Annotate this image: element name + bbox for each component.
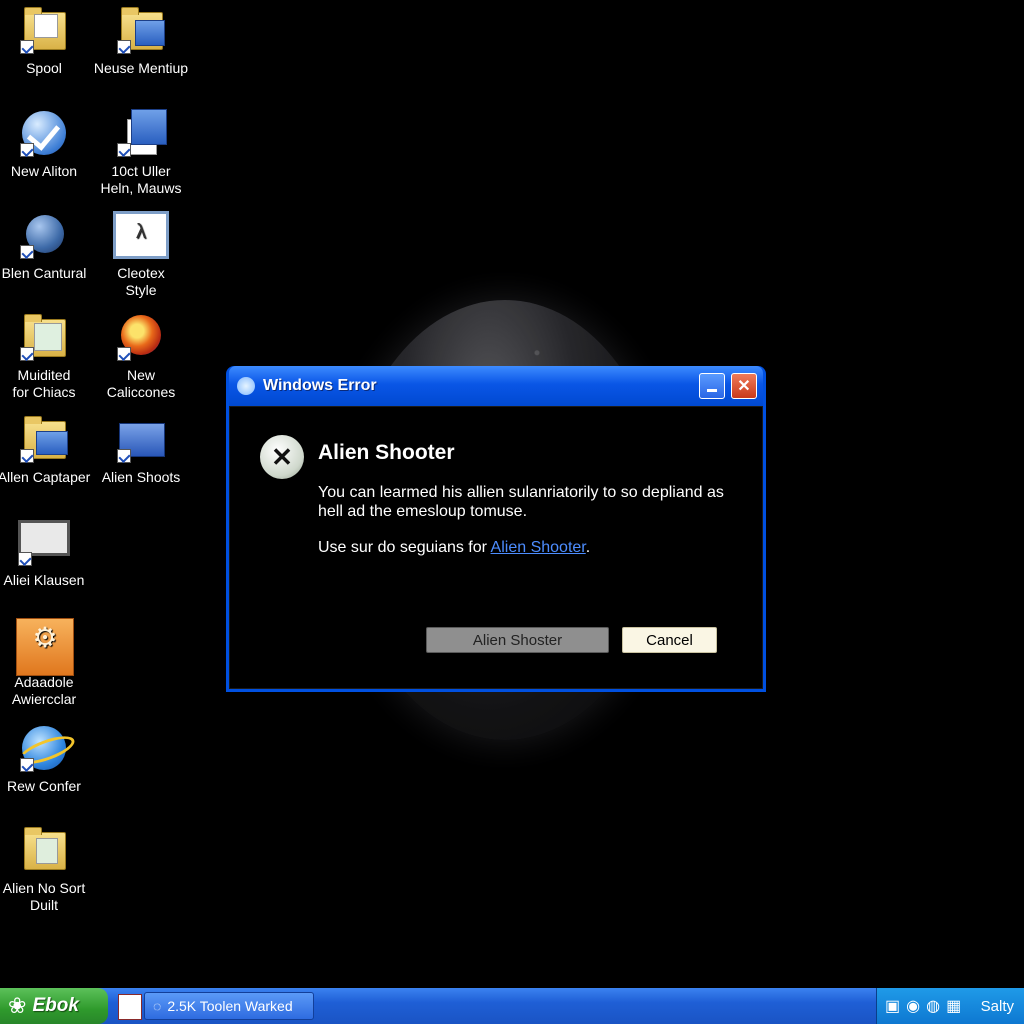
tray-clock-label: Salty [980, 997, 1014, 1015]
tray-browser-icon[interactable]: ◉ [906, 996, 920, 1016]
quick-launch-icon[interactable] [118, 994, 142, 1020]
dialog-titlebar[interactable]: Windows Error ✕ [229, 366, 763, 406]
dialog-title: Windows Error [263, 377, 377, 394]
dialog-line2-prefix: Use sur do seguians for [318, 539, 491, 556]
close-button[interactable]: ✕ [731, 373, 757, 399]
minimize-button[interactable] [699, 373, 725, 399]
shortcut-arrow-icon [20, 40, 34, 54]
desktop-icon-spool[interactable]: Spool [0, 6, 94, 77]
shortcut-arrow-icon [20, 347, 34, 361]
desktop-icon-label: Aliei Klausen [3, 572, 85, 588]
shortcut-arrow-icon [20, 758, 34, 772]
desktop-icon-new-caliccones[interactable]: New Caliccones [91, 313, 191, 401]
desktop-icon-muidited[interactable]: Muidited for Chiacs [0, 313, 94, 401]
desktop-icon-label: Adaadole Awiercclar [11, 674, 77, 707]
desktop-icon-label: New Caliccones [106, 367, 176, 400]
desktop-icon-alien-no-sort[interactable]: Alien No Sort Duilt [0, 826, 94, 914]
desktop-icon-label: Cleotex Style [117, 265, 165, 298]
desktop-icon-10ct-uller[interactable]: 10ct Uller Heln, Mauws [91, 109, 191, 197]
desktop-icon-label: Alien Shoots [101, 469, 181, 485]
desktop-icon-label: 10ct Uller Heln, Mauws [100, 163, 182, 196]
app-gear-icon [16, 618, 74, 676]
picture-frame-icon [113, 211, 169, 259]
error-x-icon: ✕ [260, 435, 304, 479]
shortcut-arrow-icon [20, 143, 34, 157]
dialog-line2-suffix: . [585, 539, 591, 556]
desktop-icon-aliei-klausen[interactable]: Aliei Klausen [0, 518, 94, 589]
tray-security-icon[interactable]: ▦ [946, 996, 961, 1016]
desktop-icon-label: Alien No Sort Duilt [2, 880, 86, 913]
tray-app-icon[interactable]: ▣ [885, 996, 900, 1016]
taskbar: ❀ Ebok ◌ 2.5K Toolen Warked ▣ ◉ ◍ ▦ Salt… [0, 988, 1024, 1024]
desktop-icon-label: Blen Cantural [1, 265, 87, 281]
desktop-icon-new-aliton[interactable]: New Aliton [0, 109, 94, 180]
monitor-icon [18, 520, 70, 556]
start-flag-icon: ❀ [8, 993, 27, 1018]
system-tray: ▣ ◉ ◍ ▦ Salty [876, 988, 1024, 1024]
tray-network-icon[interactable]: ◍ [926, 996, 940, 1016]
desktop-icon-neuse-mentiup[interactable]: Neuse Mentiup [91, 6, 191, 77]
windows-logo-icon [237, 377, 255, 395]
error-dialog: Windows Error ✕ ✕ Alien Shooter You can … [226, 366, 766, 692]
desktop-icon-label: Neuse Mentiup [93, 60, 189, 76]
desktop-icon-blen-cantural[interactable]: Blen Cantural [0, 211, 94, 282]
desktop-icon-allen-captaper[interactable]: Allen Captaper [0, 415, 94, 486]
taskbar-window-label: 2.5K Toolen Warked [167, 998, 293, 1014]
shortcut-arrow-icon [20, 245, 34, 259]
dialog-body: ✕ Alien Shooter You can learmed his alli… [229, 406, 763, 689]
desktop-icon-label: Allen Captaper [0, 469, 91, 485]
shortcut-arrow-icon [117, 143, 131, 157]
cancel-button[interactable]: Cancel [622, 627, 717, 653]
desktop-icon-cleotex-style[interactable]: Cleotex Style [91, 211, 191, 299]
alien-shooter-button[interactable]: Alien Shoster [426, 627, 609, 653]
desktop-icon-label: Spool [26, 60, 62, 76]
desktop-icon-alien-shoots[interactable]: Alien Shoots [91, 415, 191, 486]
desktop-icon-label: New Aliton [10, 163, 78, 179]
shortcut-arrow-icon [20, 449, 34, 463]
desktop-icon-adaadole[interactable]: Adaadole Awiercclar [0, 618, 94, 708]
shortcut-arrow-icon [18, 552, 32, 566]
shortcut-arrow-icon [117, 347, 131, 361]
shortcut-arrow-icon [117, 40, 131, 54]
dialog-heading: Alien Shooter [318, 441, 455, 464]
alien-shooter-link[interactable]: Alien Shooter [491, 539, 586, 556]
window-task-icon: ◌ [153, 998, 162, 1014]
desktop-icon-label: Muidited for Chiacs [12, 367, 76, 400]
desktop-icon-rew-confer[interactable]: Rew Confer [0, 724, 94, 795]
taskbar-window-button[interactable]: ◌ 2.5K Toolen Warked [144, 992, 314, 1020]
desktop-icon-label: Rew Confer [7, 778, 81, 794]
shortcut-arrow-icon [117, 449, 131, 463]
dialog-secondary-line: Use sur do seguians for Alien Shooter. [318, 539, 590, 557]
start-button[interactable]: ❀ Ebok [0, 988, 108, 1024]
dialog-message: You can learmed his allien sulanriatoril… [318, 484, 724, 520]
start-button-label: Ebok [32, 995, 79, 1016]
